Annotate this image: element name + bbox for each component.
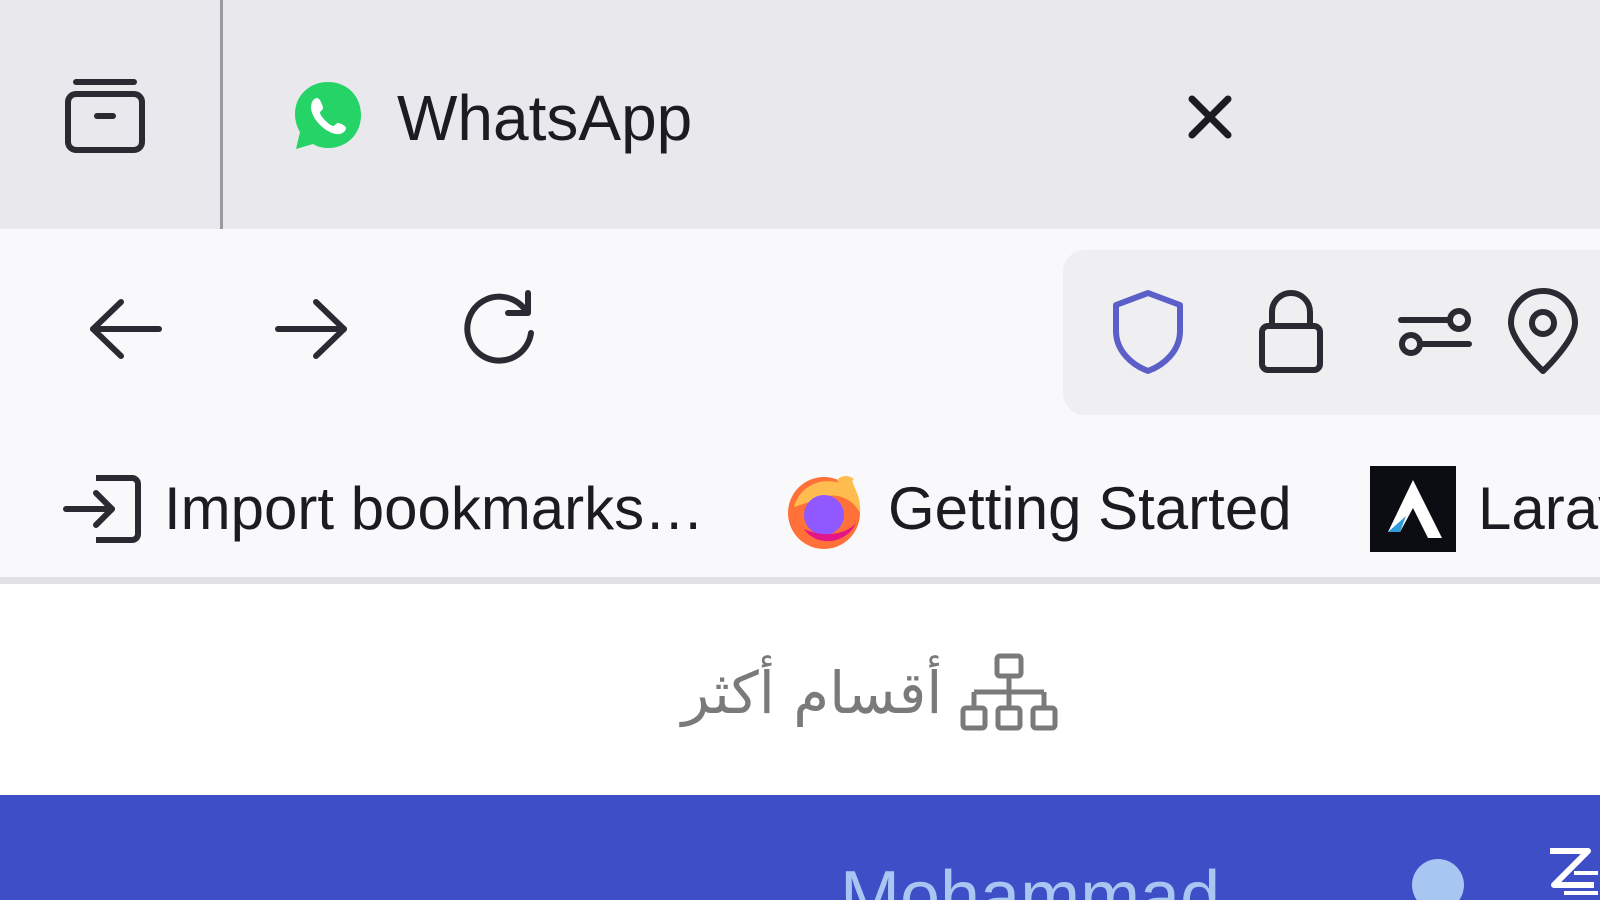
url-bar[interactable] bbox=[1063, 250, 1600, 415]
bookmark-label: Getting Started bbox=[888, 475, 1292, 542]
tab-title: WhatsApp bbox=[397, 82, 693, 154]
permissions-button[interactable] bbox=[1385, 282, 1485, 382]
site-header-bar: Mohammad bbox=[0, 795, 1600, 900]
sitemap-icon bbox=[960, 653, 1058, 731]
bookmark-laravel[interactable]: Larav bbox=[1370, 464, 1600, 554]
bookmark-getting-started[interactable]: Getting Started bbox=[782, 464, 1292, 554]
lock-icon bbox=[1259, 290, 1323, 373]
tab-strip: WhatsApp bbox=[0, 0, 1600, 229]
tab-close-button[interactable] bbox=[1175, 82, 1245, 152]
arrow-right-icon bbox=[275, 299, 347, 359]
site-security-button[interactable] bbox=[1241, 282, 1341, 382]
location-button[interactable] bbox=[1493, 282, 1593, 382]
import-icon bbox=[63, 475, 141, 543]
close-icon bbox=[1188, 95, 1232, 139]
bookmark-label: Import bookmarks… bbox=[164, 475, 705, 542]
bookmark-label: Larav bbox=[1478, 475, 1600, 542]
tracking-protection-button[interactable] bbox=[1098, 282, 1198, 382]
bookmarks-toolbar: Import bookmarks… Getting Started Larav bbox=[0, 434, 1600, 584]
brand-logo-icon bbox=[1550, 848, 1598, 895]
user-name[interactable]: Mohammad bbox=[840, 857, 1220, 900]
location-icon bbox=[1508, 288, 1578, 374]
navigation-toolbar bbox=[0, 229, 1600, 434]
reload-icon bbox=[464, 290, 534, 364]
laravel-icon bbox=[1370, 466, 1456, 552]
tab-manager-button[interactable] bbox=[40, 55, 170, 175]
more-sections-label: أقسام أكثر bbox=[681, 659, 943, 727]
tab-manager-icon bbox=[65, 79, 145, 153]
shield-icon bbox=[1113, 290, 1183, 374]
tab-whatsapp[interactable]: WhatsApp bbox=[270, 55, 1260, 180]
arrow-left-icon bbox=[90, 299, 162, 359]
reload-button[interactable] bbox=[450, 279, 550, 379]
forward-button[interactable] bbox=[262, 279, 362, 379]
bookmark-import[interactable]: Import bookmarks… bbox=[62, 464, 704, 554]
permissions-icon bbox=[1398, 308, 1472, 356]
more-sections-link[interactable]: أقسام أكثر bbox=[660, 643, 1080, 743]
back-button[interactable] bbox=[75, 279, 175, 379]
firefox-icon bbox=[788, 475, 861, 549]
tab-divider bbox=[220, 0, 223, 229]
whatsapp-icon bbox=[295, 82, 361, 149]
avatar[interactable] bbox=[1412, 859, 1464, 900]
